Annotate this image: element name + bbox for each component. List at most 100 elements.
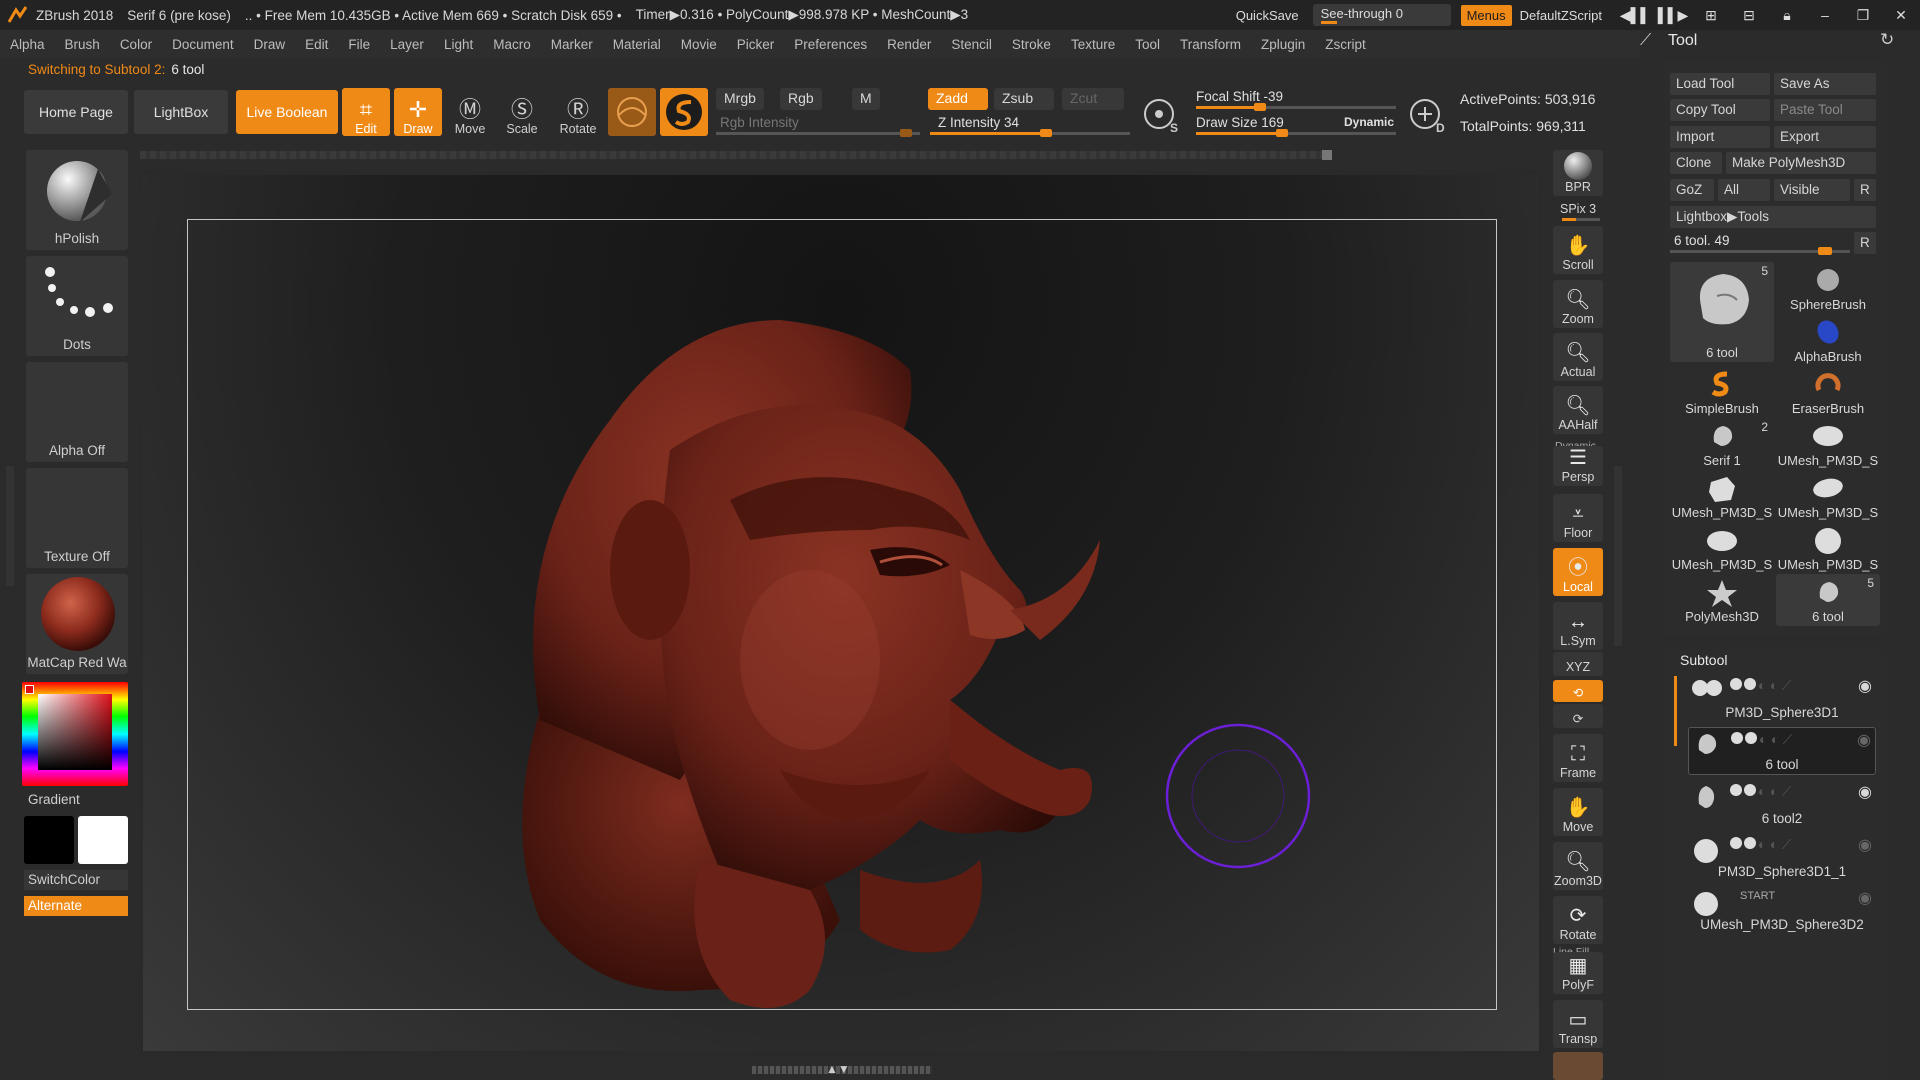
spix-slider[interactable] [1562, 218, 1600, 221]
zoom-button[interactable]: 🔍︎ Zoom [1553, 280, 1603, 328]
goz-visible-button[interactable]: Visible [1774, 179, 1850, 201]
menu-alpha[interactable]: Alpha [0, 37, 55, 52]
transp-button[interactable]: ▭ Transp [1553, 1000, 1603, 1048]
menu-stroke[interactable]: Stroke [1002, 37, 1061, 52]
ghost-button[interactable] [1553, 1052, 1603, 1080]
scroll-handle[interactable] [1322, 150, 1332, 160]
subtool-item[interactable]: ◐ ◐ ⟋ ◉ 6 tool2 [1688, 780, 1876, 828]
frame-button[interactable]: ⛶ Frame [1553, 734, 1603, 782]
import-button[interactable]: Import [1670, 126, 1770, 148]
close-icon[interactable]: ✕ [1887, 4, 1915, 26]
restore-icon[interactable]: ❐ [1849, 4, 1877, 26]
layout-icon[interactable]: ⊞ [1697, 4, 1725, 26]
menu-render[interactable]: Render [877, 37, 941, 52]
default-zscript-button[interactable]: DefaultZScript [1520, 8, 1602, 23]
menu-transform[interactable]: Transform [1170, 37, 1251, 52]
menu-stencil[interactable]: Stencil [941, 37, 1002, 52]
scroll-button[interactable]: ✋ Scroll [1553, 226, 1603, 274]
tool-item[interactable]: UMesh_PM3D_S [1670, 470, 1774, 522]
menu-marker[interactable]: Marker [541, 37, 603, 52]
horizontal-scroll-track[interactable] [140, 151, 1330, 159]
local-button[interactable]: ⦿ Local [1553, 548, 1603, 596]
menu-color[interactable]: Color [110, 37, 162, 52]
tool-item[interactable]: UMesh_PM3D_S [1776, 470, 1880, 522]
move3d-button[interactable]: ✋ Move [1553, 788, 1603, 836]
goz-all-button[interactable]: All [1718, 179, 1770, 201]
tool-item-active[interactable]: 5 6 tool [1670, 262, 1774, 362]
menu-picker[interactable]: Picker [727, 37, 785, 52]
brush-slot[interactable]: hPolish [26, 150, 128, 250]
m-button[interactable]: M [852, 88, 880, 110]
paste-tool-button[interactable]: Paste Tool [1774, 99, 1876, 121]
clone-button[interactable]: Clone [1670, 152, 1722, 174]
texture-slot[interactable]: Texture Off [26, 468, 128, 568]
floor-button[interactable]: ⩡ Floor [1553, 494, 1603, 542]
lightbox-tools-button[interactable]: Lightbox▶Tools [1670, 206, 1876, 228]
pin-icon[interactable]: ⟋ [1640, 32, 1651, 50]
tool-slider-r-button[interactable]: R [1854, 232, 1876, 254]
lightbox-button[interactable]: LightBox [134, 90, 228, 134]
menu-movie[interactable]: Movie [671, 37, 727, 52]
mrgb-button[interactable]: Mrgb [716, 88, 764, 110]
secondary-color-swatch[interactable] [78, 816, 128, 864]
menu-macro[interactable]: Macro [483, 37, 541, 52]
rotate-y-button[interactable]: ⟲ [1553, 680, 1603, 702]
material-slot[interactable]: MatCap Red Wa [26, 574, 128, 674]
menu-light[interactable]: Light [434, 37, 483, 52]
zadd-button[interactable]: Zadd [928, 88, 988, 110]
hide-right-icon[interactable]: ▌▌▶ [1658, 4, 1689, 26]
zcut-button[interactable]: Zcut [1062, 88, 1124, 110]
tool-item[interactable]: UMesh_PM3D_S [1670, 522, 1774, 574]
z-intensity-slider[interactable] [930, 129, 1130, 137]
draw-button[interactable]: ✛ Draw [394, 88, 442, 136]
focal-shift-slider[interactable] [1196, 103, 1396, 111]
alternate-button[interactable]: Alternate [24, 896, 128, 916]
live-boolean-button[interactable]: Live Boolean [236, 90, 338, 134]
stroke-preview-button[interactable] [660, 88, 708, 136]
polyf-button[interactable]: ▦ PolyF [1553, 952, 1603, 994]
menu-brush[interactable]: Brush [55, 37, 110, 52]
subtool-controls[interactable]: ◐ ◐ ⟋ [1730, 837, 1791, 853]
make-polymesh-button[interactable]: Make PolyMesh3D [1726, 152, 1876, 174]
alpha-slot[interactable]: Alpha Off [26, 362, 128, 462]
tool-item[interactable]: SphereBrush [1776, 262, 1880, 314]
see-through-slider[interactable]: See-through 0 [1312, 4, 1451, 26]
aahalf-button[interactable]: 🔍︎ AAHalf [1553, 386, 1603, 434]
color-picker-marker[interactable] [25, 685, 34, 694]
tool-item[interactable]: AlphaBrush [1776, 314, 1880, 366]
rotate-z-button[interactable]: ⟳ [1553, 704, 1603, 728]
color-picker-hue-ring[interactable] [22, 682, 128, 786]
goz-button[interactable]: GoZ [1670, 179, 1714, 201]
subtool-item[interactable]: START ◉ UMesh_PM3D_Sphere3D2 [1688, 886, 1876, 934]
color-picker-square[interactable] [38, 694, 112, 770]
panel-refresh-icon[interactable]: ↻ [1880, 30, 1894, 50]
draw-size-slider[interactable] [1196, 129, 1396, 137]
tool-item[interactable]: PolyMesh3D [1670, 574, 1774, 626]
scale-button[interactable]: Ⓢ Scale [498, 88, 546, 137]
rgb-intensity-slider[interactable] [716, 129, 920, 137]
menu-zscript[interactable]: Zscript [1315, 37, 1376, 52]
rgb-button[interactable]: Rgb [780, 88, 822, 110]
copy-tool-button[interactable]: Copy Tool [1670, 99, 1770, 121]
menu-texture[interactable]: Texture [1061, 37, 1125, 52]
left-tray-handle[interactable] [6, 466, 14, 586]
switch-color-button[interactable]: SwitchColor [24, 870, 128, 890]
menu-draw[interactable]: Draw [244, 37, 296, 52]
menu-material[interactable]: Material [603, 37, 671, 52]
eye-icon[interactable]: ◉ [1857, 730, 1871, 750]
tool-slider[interactable] [1670, 247, 1850, 255]
menus-toggle[interactable]: Menus [1460, 4, 1512, 26]
minimize-icon[interactable]: – [1811, 4, 1839, 26]
lsym-button[interactable]: ↔ L.Sym [1553, 602, 1603, 650]
menu-layer[interactable]: Layer [380, 37, 434, 52]
move-button[interactable]: Ⓜ Move [446, 88, 494, 137]
export-button[interactable]: Export [1774, 126, 1876, 148]
tool-item[interactable]: UMesh_PM3D_S [1776, 418, 1880, 470]
draw-size-icon[interactable]: D [1406, 92, 1448, 135]
subtool-controls[interactable]: ◐ ◐ ⟋ [1730, 784, 1791, 800]
tool-item[interactable]: EraserBrush [1776, 366, 1880, 418]
subtool-controls[interactable]: ◐ ◐ ⟋ [1731, 732, 1792, 748]
xyz-button[interactable]: XYZ [1553, 652, 1603, 676]
bpr-button[interactable]: BPR [1553, 150, 1603, 196]
menu-document[interactable]: Document [162, 37, 244, 52]
